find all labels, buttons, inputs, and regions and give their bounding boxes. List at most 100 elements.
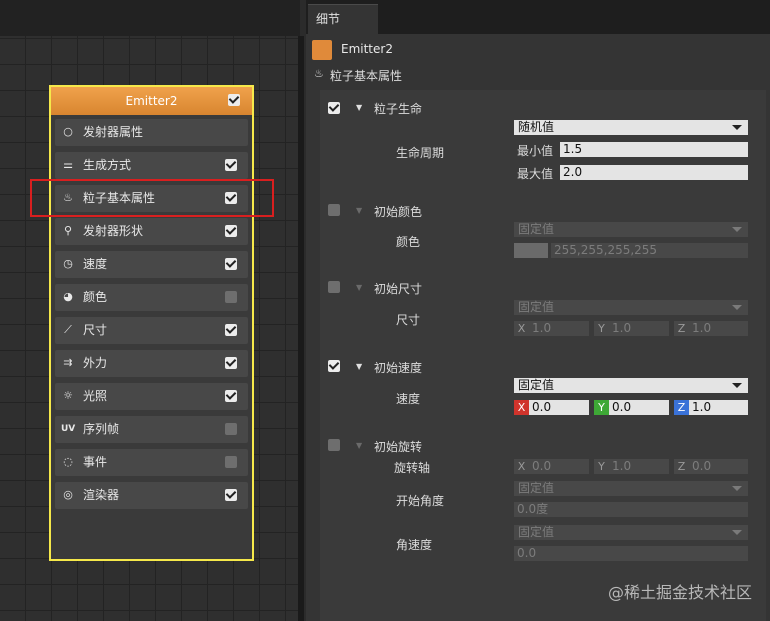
section-title: 粒子基本属性 xyxy=(330,69,403,83)
uv-icon: UV xyxy=(61,424,76,434)
graph-scrollbar[interactable] xyxy=(298,36,304,621)
life-min-input[interactable]: 1.5 xyxy=(560,142,748,157)
color-mode-select[interactable]: 固定值 xyxy=(514,222,748,237)
sun-icon: ☼ xyxy=(63,389,73,402)
rotation-speed-input[interactable]: 0.0 xyxy=(514,546,748,561)
velocity-x-label: X xyxy=(514,400,529,415)
sliders-icon: ⚌ xyxy=(63,158,73,171)
node-item-label: 尺寸 xyxy=(83,323,108,337)
velocity-y-label: Y xyxy=(594,400,609,415)
rotation-speed-label: 角速度 xyxy=(396,538,433,552)
size-z-input[interactable]: 1.0 xyxy=(689,321,748,336)
rotation-z-label: Z xyxy=(674,459,689,474)
node-item-label: 速度 xyxy=(83,257,108,271)
node-item[interactable]: ⟋ 尺寸 xyxy=(55,317,248,344)
size-z-label: Z xyxy=(674,321,689,336)
life-group-checkbox[interactable] xyxy=(328,102,340,114)
emitter-name: Emitter2 xyxy=(341,42,393,56)
size-prop-label: 尺寸 xyxy=(396,313,421,327)
node-item[interactable]: ⇉ 外力 xyxy=(55,350,248,377)
node-item-label: 生成方式 xyxy=(83,158,132,172)
velocity-z-input[interactable]: 1.0 xyxy=(689,400,748,415)
emitter-node[interactable]: Emitter2 ○ 发射器属性 ⚌ 生成方式 ♨ 粒子基本属性 ⚲ 发射器形状 ◷ 速度 ◕ 颜色 ⟋… xyxy=(49,85,254,561)
size-mode-select[interactable]: 固定值 xyxy=(514,300,748,315)
color-group-checkbox[interactable] xyxy=(328,204,340,216)
velocity-y-input[interactable]: 0.0 xyxy=(609,400,669,415)
speedometer-icon: ◷ xyxy=(63,257,73,270)
color-swatch[interactable] xyxy=(514,243,548,258)
expand-arrow-icon[interactable]: ▼ xyxy=(356,441,362,450)
tab-details[interactable]: 细节 xyxy=(308,4,378,35)
rotation-start-input[interactable]: 0.0度 xyxy=(514,502,748,517)
size-x-label: X xyxy=(514,321,529,336)
node-item-checkbox[interactable] xyxy=(225,159,237,171)
rotation-group-title: 初始旋转 xyxy=(374,440,423,454)
color-value-input[interactable]: 255,255,255,255 xyxy=(551,243,748,258)
rotation-y-label: Y xyxy=(594,459,609,474)
emitter-color-swatch xyxy=(312,40,332,60)
node-item[interactable]: ⚲ 发射器形状 xyxy=(55,218,248,245)
node-item[interactable]: ◕ 颜色 xyxy=(55,284,248,311)
node-item[interactable]: UV 序列帧 xyxy=(55,416,248,443)
rotation-group-checkbox[interactable] xyxy=(328,439,340,451)
expand-arrow-icon[interactable]: ▼ xyxy=(356,362,362,371)
rotation-start-mode-select[interactable]: 固定值 xyxy=(514,481,748,496)
watermark: @稀土掘金技术社区 xyxy=(607,583,752,602)
rotation-start-label: 开始角度 xyxy=(396,494,445,508)
node-item-checkbox[interactable] xyxy=(225,357,237,369)
rotation-y-input[interactable]: 1.0 xyxy=(609,459,669,474)
node-item[interactable]: ◎ 渲染器 xyxy=(55,482,248,509)
velocity-z-label: Z xyxy=(674,400,689,415)
size-x-input[interactable]: 1.0 xyxy=(529,321,589,336)
node-item[interactable]: ⚌ 生成方式 xyxy=(55,152,248,179)
rotation-z-input[interactable]: 0.0 xyxy=(689,459,748,474)
node-item[interactable]: ◷ 速度 xyxy=(55,251,248,278)
node-item-checkbox[interactable] xyxy=(225,291,237,303)
rotation-x-input[interactable]: 0.0 xyxy=(529,459,589,474)
emitter-enable-checkbox[interactable] xyxy=(228,94,240,106)
rotation-axis-label: 旋转轴 xyxy=(394,461,431,475)
size-y-input[interactable]: 1.0 xyxy=(609,321,669,336)
expand-arrow-icon[interactable]: ▼ xyxy=(356,206,362,215)
palette-icon: ◕ xyxy=(63,290,73,303)
node-item-checkbox[interactable] xyxy=(225,390,237,402)
force-arrows-icon: ⇉ xyxy=(63,356,73,369)
node-item-checkbox[interactable] xyxy=(225,225,237,237)
ruler-icon: ⟋ xyxy=(64,323,72,336)
life-min-label: 最小值 xyxy=(517,144,554,158)
circle-icon: ○ xyxy=(63,125,73,138)
refresh-icon: ◌ xyxy=(63,455,73,468)
node-item[interactable]: ○ 发射器属性 xyxy=(55,119,248,146)
expand-arrow-icon[interactable]: ▼ xyxy=(356,283,362,292)
node-item-label: 序列帧 xyxy=(83,422,120,436)
velocity-x-input[interactable]: 0.0 xyxy=(529,400,589,415)
node-item-checkbox[interactable] xyxy=(225,324,237,336)
size-group-checkbox[interactable] xyxy=(328,281,340,293)
node-item-label: 外力 xyxy=(83,356,108,370)
velocity-group-checkbox[interactable] xyxy=(328,360,340,372)
node-item-checkbox[interactable] xyxy=(225,258,237,270)
size-y-label: Y xyxy=(594,321,609,336)
graph-toolbar xyxy=(0,0,300,36)
rotation-speed-mode-select[interactable]: 固定值 xyxy=(514,525,748,540)
tab-bar: 细节 xyxy=(306,0,770,35)
node-graph-panel: Emitter2 ○ 发射器属性 ⚌ 生成方式 ♨ 粒子基本属性 ⚲ 发射器形状 ◷ 速度 ◕ 颜色 ⟋… xyxy=(0,0,304,621)
life-max-input[interactable]: 2.0 xyxy=(560,165,748,180)
expand-arrow-icon[interactable]: ▼ xyxy=(356,103,362,112)
node-item[interactable]: ◌ 事件 xyxy=(55,449,248,476)
velocity-group-title: 初始速度 xyxy=(374,361,423,375)
node-item-checkbox[interactable] xyxy=(225,489,237,501)
node-item-checkbox[interactable] xyxy=(225,456,237,468)
highlight-box xyxy=(30,179,274,217)
node-item-label: 渲染器 xyxy=(83,488,120,502)
location-pin-icon: ⚲ xyxy=(63,224,73,237)
emitter-node-header[interactable]: Emitter2 xyxy=(51,87,252,115)
flame-icon: ♨ xyxy=(314,67,324,80)
life-max-label: 最大值 xyxy=(517,167,554,181)
life-mode-select[interactable]: 随机值 xyxy=(514,120,748,135)
property-panel: ▼ 粒子生命 生命周期 随机值 最小值 1.5 最大值 2.0 ▼ 初始颜色 颜… xyxy=(320,90,766,621)
velocity-mode-select[interactable]: 固定值 xyxy=(514,378,748,393)
node-item-checkbox[interactable] xyxy=(225,423,237,435)
node-item[interactable]: ☼ 光照 xyxy=(55,383,248,410)
size-group-title: 初始尺寸 xyxy=(374,282,423,296)
